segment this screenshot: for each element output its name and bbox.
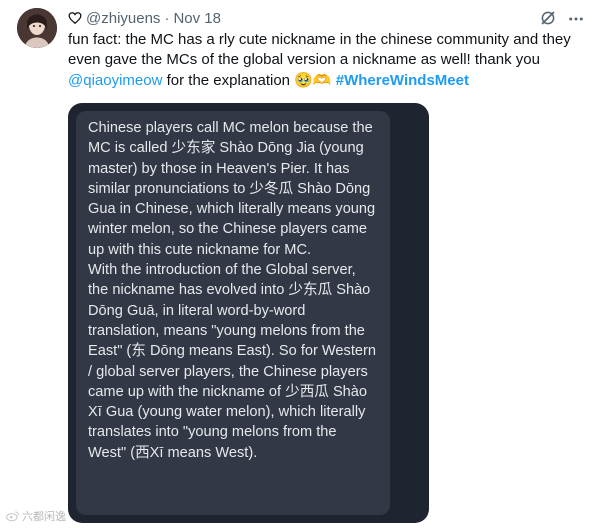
tweet-after-mention-text: for the explanation [162,72,295,89]
tweet-header: @zhiyuens · Nov 18 [68,8,221,28]
more-dots-icon[interactable] [567,10,585,28]
emoji-group: 🥹🫶 [294,71,332,89]
tweet[interactable]: @zhiyuens · Nov 18 fun fact: the MC has … [0,0,596,528]
explanation-card: Chinese players call MC melon because th… [76,111,390,515]
watermark-text: 六都闲逸 [22,511,66,523]
hashtag-link[interactable]: #WhereWindsMeet [336,72,469,89]
watermark: 六都闲逸 [6,508,66,524]
media-image[interactable]: Chinese players call MC melon because th… [68,103,429,523]
tweet-date[interactable]: Nov 18 [173,10,221,27]
tweet-text: fun fact: the MC has a rly cute nickname… [68,30,590,91]
avatar[interactable] [17,8,57,48]
weibo-logo-icon [6,511,19,522]
card-paragraph-1: Chinese players call MC melon because th… [88,120,376,258]
separator-dot: · [164,9,170,27]
user-avatar-icon [17,8,57,48]
grok-icon[interactable] [539,9,557,27]
tweet-body-text: fun fact: the MC has a rly cute nickname… [68,31,571,68]
user-handle[interactable]: @zhiyuens [86,10,160,27]
mention-link[interactable]: @qiaoyimeow [68,72,162,89]
heart-outline-icon [68,11,82,25]
card-paragraph-2: With the introduction of the Global serv… [88,262,376,461]
